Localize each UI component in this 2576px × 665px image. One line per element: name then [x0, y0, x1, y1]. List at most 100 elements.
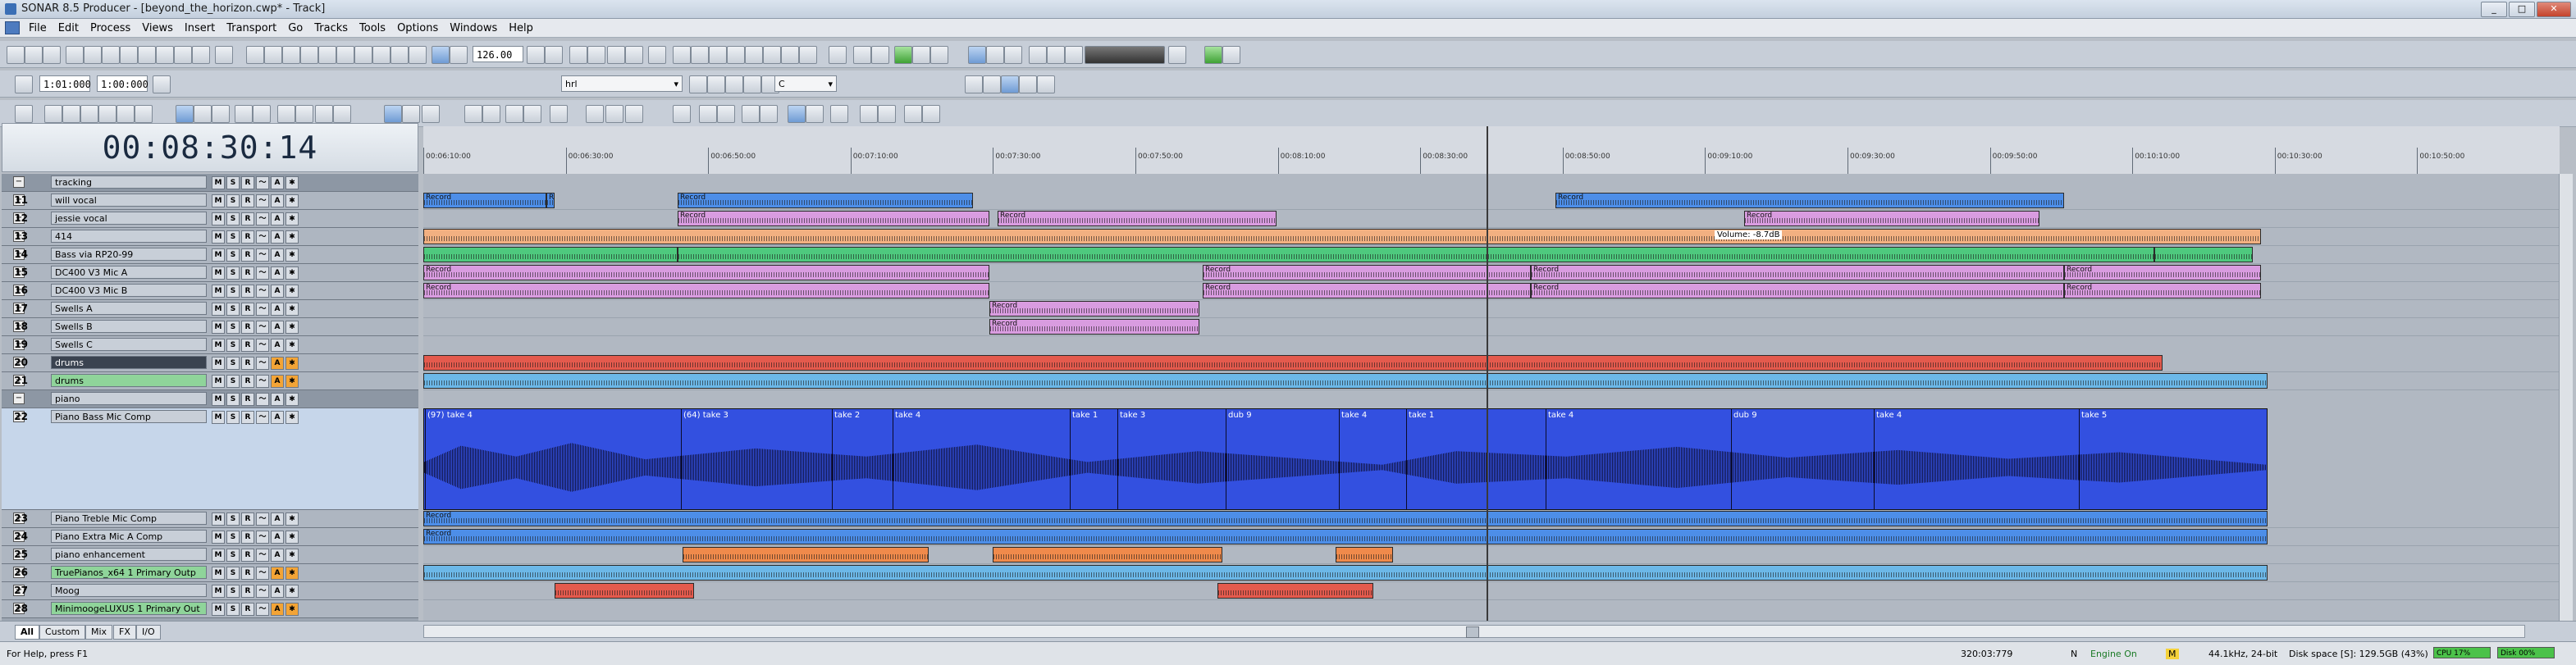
folder-track[interactable]: − piano M S R 〜 A ✱	[2, 390, 418, 408]
mtc-icon[interactable]	[1001, 75, 1019, 93]
audio-clip[interactable]	[423, 247, 678, 262]
mute-button[interactable]: M	[212, 357, 225, 370]
mute-button[interactable]: M	[212, 411, 225, 424]
mute-button[interactable]: M	[212, 531, 225, 544]
marker-edit-icon[interactable]	[743, 75, 761, 93]
solo-button[interactable]: S	[226, 375, 240, 388]
fx-button[interactable]: ✱	[285, 230, 299, 244]
solo-button[interactable]: S	[226, 411, 240, 424]
input-echo-button[interactable]: 〜	[256, 285, 269, 298]
input-echo-button[interactable]: 〜	[256, 357, 269, 370]
arm-button[interactable]: R	[241, 303, 254, 316]
automation-button[interactable]: A	[271, 285, 284, 298]
take-boundary[interactable]	[1406, 409, 1407, 509]
automation-button[interactable]: A	[271, 549, 284, 562]
audio-clip[interactable]	[423, 229, 2261, 244]
record-icon[interactable]	[745, 46, 763, 64]
audio-clip[interactable]: Record	[678, 211, 989, 226]
track-lane[interactable]	[423, 246, 2560, 264]
arm-button[interactable]: R	[241, 321, 254, 334]
arm-button[interactable]: R	[241, 585, 254, 598]
fx-button[interactable]: ✱	[285, 393, 299, 406]
track-lane[interactable]	[423, 546, 2560, 564]
track-name-field[interactable]: Bass via RP20-99	[51, 248, 207, 261]
fade-icon[interactable]	[212, 105, 230, 123]
track-header[interactable]: +28 MinimoogeLUXUS 1 Primary Out M S R 〜 A ✱	[2, 600, 418, 618]
menu-tools[interactable]: Tools	[354, 22, 391, 34]
tab-custom[interactable]: Custom	[39, 625, 86, 640]
fx-button[interactable]: ✱	[285, 531, 299, 544]
inline-pr-icon[interactable]	[422, 105, 440, 123]
automation-button[interactable]: A	[271, 194, 284, 207]
arm-button[interactable]: R	[241, 357, 254, 370]
solo-button[interactable]: S	[226, 603, 240, 616]
menu-tracks[interactable]: Tracks	[308, 22, 354, 34]
track-filter-icon[interactable]	[402, 105, 420, 123]
snapshot-icon[interactable]	[372, 46, 391, 64]
arm-button[interactable]: R	[241, 248, 254, 262]
timeline-ruler[interactable]: 00:06:10:00 00:06:30:00 00:06:50:00 00:07:1…	[423, 126, 2560, 175]
solo-button[interactable]: S	[226, 303, 240, 316]
select-tool-icon[interactable]	[62, 105, 80, 123]
automation-button[interactable]: A	[271, 248, 284, 262]
audio-clip[interactable]	[555, 583, 694, 599]
sync-out-icon[interactable]	[983, 75, 1001, 93]
audio-clip[interactable]: Record	[423, 265, 989, 280]
audio-clip[interactable]: Record	[1203, 265, 1531, 280]
copy-icon[interactable]	[84, 46, 102, 64]
tempo-down-icon[interactable]	[545, 46, 563, 64]
track-lane[interactable]	[423, 564, 2560, 582]
synth-rack-icon[interactable]	[354, 46, 372, 64]
loop-marker-icon[interactable]	[1029, 46, 1047, 64]
solo-button[interactable]: S	[226, 585, 240, 598]
track-header[interactable]: +17 Swells A M S R 〜 A ✱	[2, 300, 418, 318]
track-name-field[interactable]: Piano Treble Mic Comp	[51, 512, 207, 525]
mute-button[interactable]: M	[212, 603, 225, 616]
audio-clip[interactable]: Record	[989, 319, 1199, 335]
track-name-field[interactable]: Swells B	[51, 320, 207, 333]
track-size-icon[interactable]	[333, 105, 351, 123]
tempo-dec-icon[interactable]	[569, 46, 587, 64]
audio-clip[interactable]	[683, 547, 929, 563]
track-lane[interactable]: Record Record Record	[423, 210, 2560, 228]
online-icon[interactable]	[1204, 46, 1222, 64]
track-menu-icon[interactable]	[15, 105, 33, 123]
audio-clip[interactable]: Record	[998, 211, 1277, 226]
folder-track[interactable]: − tracking M S R 〜 A ✱	[2, 174, 418, 192]
mute-button[interactable]: M	[212, 339, 225, 352]
audio-clip[interactable]: Record	[1744, 211, 2039, 226]
audio-clip[interactable]: Record	[989, 301, 1199, 317]
input-echo-button[interactable]: 〜	[256, 411, 269, 424]
zoom-out-v-icon[interactable]	[482, 105, 500, 123]
solo-button[interactable]: S	[226, 512, 240, 526]
arm-button[interactable]: R	[241, 230, 254, 244]
input-echo-button[interactable]: 〜	[256, 230, 269, 244]
transport-display[interactable]	[1085, 46, 1165, 64]
input-echo-button[interactable]: 〜	[256, 603, 269, 616]
tab-io[interactable]: I/O	[136, 625, 161, 640]
rewind-icon[interactable]	[691, 46, 709, 64]
fx-button[interactable]: ✱	[285, 603, 299, 616]
zoom-in-h-icon[interactable]	[505, 105, 523, 123]
audio-clip[interactable]: Record	[2064, 265, 2261, 280]
take-boundary[interactable]	[1117, 409, 1118, 509]
track-name-field[interactable]: Swells A	[51, 302, 207, 315]
export-icon[interactable]	[922, 105, 940, 123]
mute-button[interactable]: M	[212, 194, 225, 207]
track-name-field[interactable]: tracking	[51, 175, 207, 189]
open-file-icon[interactable]	[25, 46, 43, 64]
audio-clip[interactable]	[423, 373, 2268, 389]
tempo-tap-icon[interactable]	[625, 46, 643, 64]
automation-button[interactable]: A	[271, 585, 284, 598]
record-options-icon[interactable]	[1065, 46, 1083, 64]
input-echo-button[interactable]: 〜	[256, 393, 269, 406]
eraser-tool-icon[interactable]	[98, 105, 116, 123]
track-lane[interactable]	[423, 372, 2560, 390]
vertical-scrollbar[interactable]	[2559, 174, 2573, 621]
track-header[interactable]: +25 piano enhancement M S R 〜 A ✱	[2, 546, 418, 564]
tab-mix[interactable]: Mix	[85, 625, 113, 640]
automation-button[interactable]: A	[271, 212, 284, 225]
audio-clip[interactable]: Record	[423, 283, 989, 298]
automation-button[interactable]: A	[271, 357, 284, 370]
snap-icon[interactable]	[986, 46, 1004, 64]
